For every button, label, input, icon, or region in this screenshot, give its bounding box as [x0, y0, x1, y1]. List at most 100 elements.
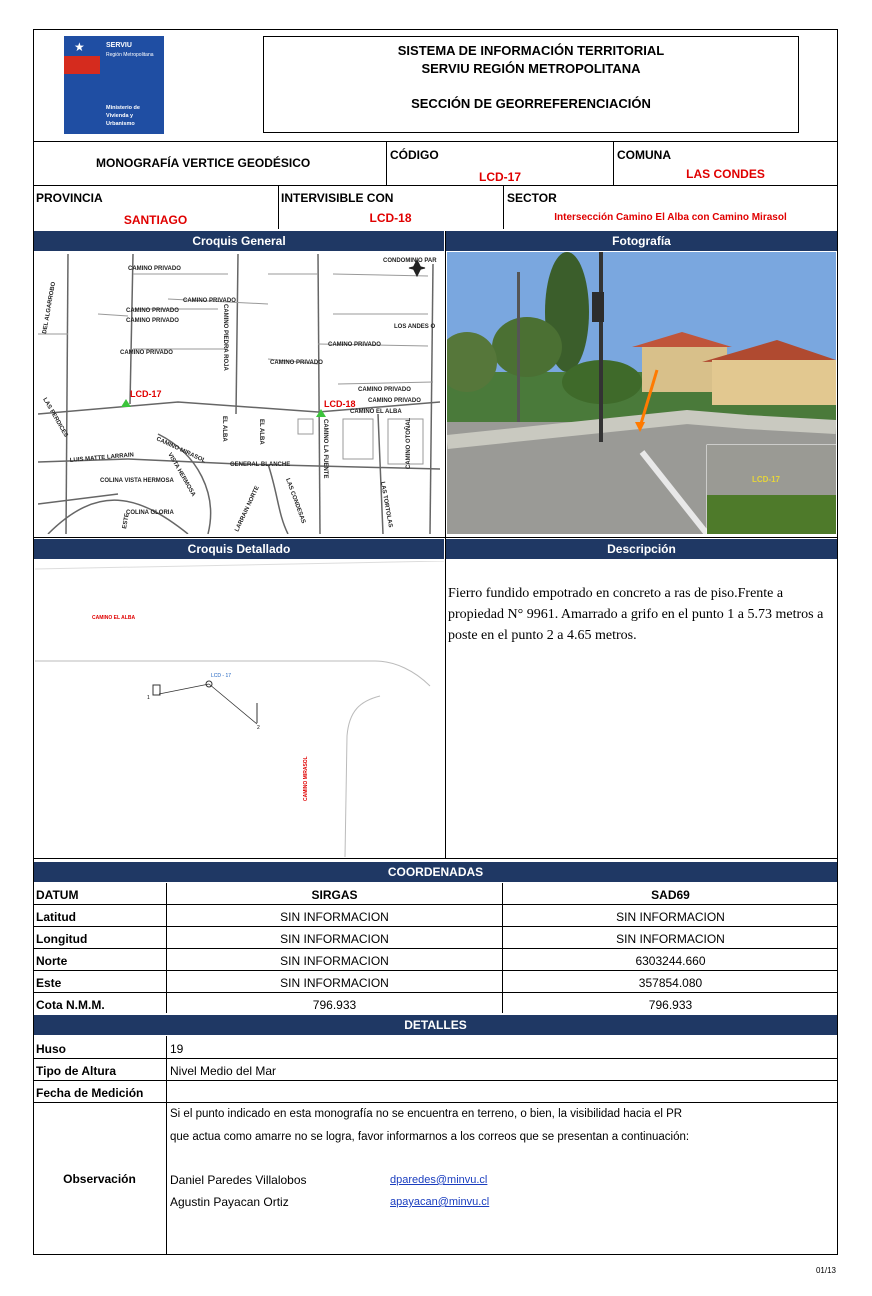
divider	[33, 948, 838, 949]
map-street: CAMINO PRIVADO	[128, 266, 181, 272]
hydrant-icon	[152, 684, 161, 696]
cota-sirgas: 796.933	[312, 998, 357, 1012]
intervisible-value: LCD-18	[369, 211, 412, 225]
detail-street-top: CAMINO EL ALBA	[92, 615, 135, 621]
map-street: CAMINO PRIVADO	[126, 318, 179, 324]
longitud-sirgas: SIN INFORMACION	[280, 932, 389, 946]
observacion-line1: Si el punto indicado en esta monografía …	[170, 1108, 683, 1120]
star-icon: ★	[74, 40, 85, 54]
general-map-svg: CAMINO PRIVADO CAMINO PRIVADO CAMINO PRI…	[38, 254, 440, 534]
coordenadas-bar: COORDENADAS	[34, 862, 837, 882]
divider	[33, 185, 838, 186]
divider	[33, 970, 838, 971]
sector-label: SECTOR	[507, 191, 557, 205]
longitud-label: Longitud	[36, 932, 88, 946]
divider	[166, 883, 167, 1013]
map-street: CAMINO PRIVADO	[126, 308, 179, 314]
map-street: ESTE	[122, 513, 131, 529]
este-sad69: 357854.080	[638, 976, 703, 990]
map-street: LOS ANDES O	[394, 324, 435, 330]
header-line3: SECCIÓN DE GEORREFERENCIACIÓN	[411, 96, 651, 111]
provincia-value: SANTIAGO	[123, 213, 188, 227]
latitud-sirgas: SIN INFORMACION	[280, 910, 389, 924]
map-street: CAMINO PIEDRA ROJA	[222, 304, 228, 371]
header-title-box: SISTEMA DE INFORMACIÓN TERRITORIAL SERVI…	[263, 36, 799, 133]
latitud-label: Latitud	[36, 910, 76, 924]
fecha-label: Fecha de Medición	[36, 1086, 144, 1100]
observacion-label: Observación	[63, 1172, 136, 1186]
map-street: GENERAL BLANCHE	[230, 462, 290, 468]
huso-value: 19	[170, 1042, 184, 1056]
map-street: CAMINO EL ALBA	[350, 409, 402, 415]
header-line2: SERVIU REGIÓN METROPOLITANA	[421, 61, 641, 76]
serviu-logo: ★ SERVIU Región Metropolitana Ministerio…	[64, 36, 164, 134]
comuna-label: COMUNA	[617, 148, 671, 162]
cota-label: Cota N.M.M.	[36, 998, 105, 1012]
map-street: LAS PERDICES	[41, 397, 68, 438]
detail-sketch-svg: CAMINO EL ALBA CAMINO MIRASOL LCD - 17 1…	[35, 561, 444, 857]
huso-label: Huso	[36, 1042, 66, 1056]
detail-point-label: LCD - 17	[211, 673, 231, 679]
doc-title: MONOGRAFÍA VERTICE GEODÉSICO	[96, 156, 311, 170]
map-street: CAMINO PRIVADO	[270, 360, 323, 366]
norte-label: Norte	[36, 954, 68, 968]
altura-value: Nivel Medio del Mar	[170, 1064, 277, 1078]
map-street: CAMINO PRIVADO	[120, 350, 173, 356]
este-sirgas: SIN INFORMACION	[280, 976, 389, 990]
comuna-value: LAS CONDES	[686, 167, 765, 181]
map-street: COLINA GLORIA	[126, 510, 174, 516]
map-street: DEL ALGARROBO	[42, 281, 57, 334]
provincia-label: PROVINCIA	[36, 191, 103, 205]
divider	[166, 1036, 167, 1255]
cota-sad69: 796.933	[648, 998, 693, 1012]
map-marker-label-lcd17: LCD-17	[130, 389, 162, 399]
intervisible-label: INTERVISIBLE CON	[281, 191, 394, 205]
codigo-value: LCD-17	[478, 170, 521, 184]
site-photo-svg: LCD-17	[447, 252, 836, 534]
divider	[33, 1102, 838, 1103]
map-street: CAMINO PRIVADO	[368, 398, 421, 404]
page-number: 01/13	[815, 1266, 836, 1275]
map-street: CAMINO PRIVADO	[328, 342, 381, 348]
fotografia-bar: Fotografía	[446, 231, 837, 251]
divider	[33, 1080, 838, 1081]
sirgas-header: SIRGAS	[311, 888, 358, 902]
photo-tag: LCD-17	[752, 475, 781, 484]
descripcion-bar: Descripción	[446, 539, 837, 559]
detail-p2: 2	[257, 725, 260, 731]
detail-street-side: CAMINO MIRASOL	[303, 756, 309, 801]
map-street: CAMINO PRIVADO	[358, 387, 411, 393]
map-street: LARRAIN NORTE	[234, 485, 260, 533]
contact2-name: Agustin Payacan Ortiz	[170, 1195, 289, 1209]
map-street: EL ALBA	[258, 419, 264, 445]
divider	[33, 992, 838, 993]
croquis-detallado-bar: Croquis Detallado	[34, 539, 444, 559]
divider	[33, 904, 838, 905]
codigo-label: CÓDIGO	[390, 148, 439, 162]
divider	[33, 926, 838, 927]
contact2-email-link[interactable]: apayacan@minvu.cl	[390, 1196, 489, 1208]
map-street: CAMINO LA FUENTE	[322, 419, 328, 478]
sector-value: Intersección Camino El Alba con Camino M…	[554, 212, 787, 223]
map-street: EL ALBA	[221, 416, 227, 442]
divider	[33, 858, 838, 859]
longitud-sad69: SIN INFORMACION	[616, 932, 725, 946]
logo-ministry: Ministerio de Vivienda y Urbanismo	[106, 105, 140, 127]
map-street: LUIS MATTE LARRAIN	[70, 452, 134, 464]
latitud-sad69: SIN INFORMACION	[616, 910, 725, 924]
divider	[502, 883, 503, 1013]
contact1-name: Daniel Paredes Villalobos	[170, 1173, 307, 1187]
observacion-line2: que actua como amarre no se logra, favor…	[170, 1131, 690, 1143]
site-photo: LCD-17	[447, 252, 836, 534]
contact1-email-link[interactable]: dparedes@minvu.cl	[390, 1174, 487, 1186]
description-text: Fierro fundido empotrado en concreto a r…	[448, 586, 824, 643]
detalles-bar: DETALLES	[34, 1015, 837, 1035]
map-marker-label-lcd18: LCD-18	[324, 399, 356, 409]
logo-subtitle: Región Metropolitana	[106, 52, 154, 58]
header-line1: SISTEMA DE INFORMACIÓN TERRITORIAL	[397, 43, 665, 58]
altura-label: Tipo de Altura	[36, 1064, 117, 1078]
norte-sad69: 6303244.660	[635, 954, 706, 968]
map-street: CONDOMINIO PAR	[383, 258, 437, 264]
detail-sketch: CAMINO EL ALBA CAMINO MIRASOL LCD - 17 1…	[35, 561, 444, 857]
marker-triangle-lcd18	[316, 409, 326, 417]
